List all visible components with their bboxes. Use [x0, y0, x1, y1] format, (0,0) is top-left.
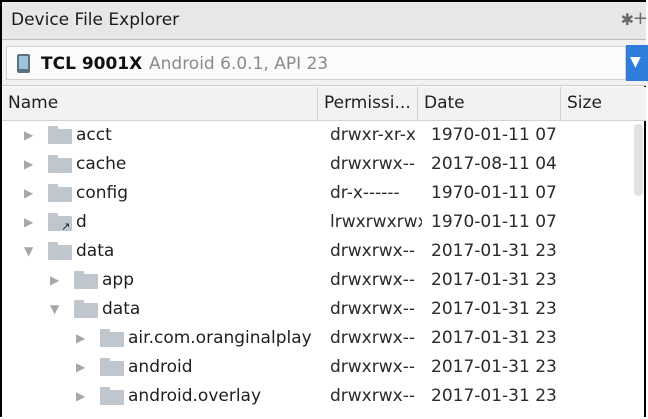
file-name: acct: [76, 125, 112, 145]
table-row[interactable]: ▶ air.com.oranginalplay drwxrwx-- 2017-01-3…: [2, 324, 622, 353]
expand-down-icon[interactable]: ▼: [24, 237, 38, 266]
device-selector[interactable]: TCL 9001X Android 6.0.1, API 23: [6, 46, 626, 80]
folder-icon: [48, 155, 72, 173]
device-selector-bar: TCL 9001X Android 6.0.1, API 23 ▼: [2, 40, 648, 86]
file-permissions: drwxr-xr-x: [330, 125, 416, 145]
file-permissions: drwxrwx--: [330, 154, 415, 174]
file-tree: ▶ acct drwxr-xr-x 1970-01-11 07 ▶ cache drwxrw…: [2, 121, 646, 419]
file-name: data: [76, 241, 115, 261]
file-date: 2017-01-31 23: [431, 299, 557, 319]
expand-right-icon[interactable]: ▶: [24, 150, 38, 179]
file-name: android: [128, 357, 193, 377]
folder-icon: [100, 387, 124, 405]
expand-down-icon[interactable]: ▼: [50, 295, 64, 324]
folder-icon: [100, 329, 124, 347]
file-date: 2017-01-31 23: [431, 241, 557, 261]
expand-right-icon[interactable]: ▶: [24, 208, 38, 237]
file-date: 2017-01-31 23: [431, 357, 557, 377]
column-header-size[interactable]: Size: [561, 87, 611, 120]
folder-icon: [48, 126, 72, 144]
file-name: app: [102, 270, 134, 290]
folder-icon: ↗: [48, 213, 72, 233]
file-date: 1970-01-11 07: [431, 183, 557, 203]
file-permissions: drwxrwx--: [330, 328, 415, 348]
table-row[interactable]: ▶ cache drwxrwx-- 2017-08-11 04: [2, 150, 622, 179]
file-date: 2017-01-31 23: [431, 328, 557, 348]
folder-icon: [100, 358, 124, 376]
file-permissions: dr-x------: [330, 183, 400, 203]
column-header-permissions[interactable]: Permissi...: [318, 87, 418, 120]
file-name: d: [76, 212, 87, 232]
file-permissions: drwxrwx--: [330, 386, 415, 406]
file-permissions: drwxrwx--: [330, 299, 415, 319]
folder-icon: [74, 300, 98, 318]
expand-right-icon[interactable]: ▶: [76, 353, 90, 382]
expand-right-icon[interactable]: ▶: [24, 121, 38, 150]
file-permissions: lrwxrwxrwx: [330, 212, 422, 232]
file-name: android.overlay: [128, 386, 262, 406]
device-name: TCL 9001X: [41, 54, 143, 74]
file-date: 2017-08-11 04: [431, 154, 557, 174]
file-name: air.com.oranginalplay: [128, 328, 312, 348]
window-title: Device File Explorer: [11, 10, 180, 30]
plus-icon[interactable]: +: [633, 8, 648, 29]
file-name: config: [76, 183, 129, 203]
table-row[interactable]: ▶ android drwxrwx-- 2017-01-31 23: [2, 353, 622, 382]
file-date: 2017-01-31 23: [431, 386, 557, 406]
vertical-scrollbar[interactable]: [634, 124, 643, 196]
table-row[interactable]: ▶ app drwxrwx-- 2017-01-31 23: [2, 266, 622, 295]
folder-icon: [74, 271, 98, 289]
title-bar: Device File Explorer ✱ +: [2, 2, 648, 40]
table-header: Name Permissi... Date Size: [2, 87, 646, 121]
column-header-date[interactable]: Date: [418, 87, 561, 120]
file-permissions: drwxrwx--: [330, 357, 415, 377]
table-row[interactable]: ▶ acct drwxr-xr-x 1970-01-11 07: [2, 121, 622, 150]
table-row[interactable]: ▶ android.overlay drwxrwx-- 2017-01-31 23: [2, 382, 622, 411]
expand-right-icon[interactable]: ▶: [50, 266, 64, 295]
device-dropdown-button[interactable]: ▼: [626, 45, 648, 81]
chevron-down-icon: ▼: [630, 54, 641, 70]
folder-icon: [48, 184, 72, 202]
expand-right-icon[interactable]: ▶: [76, 324, 90, 353]
device-file-explorer-panel: Device File Explorer ✱ + TCL 9001X Andro…: [0, 0, 648, 419]
file-date: 1970-01-11 07: [431, 212, 557, 232]
file-date: 2017-01-31 23: [431, 270, 557, 290]
table-row[interactable]: ▶ config dr-x------ 1970-01-11 07: [2, 179, 622, 208]
file-name: cache: [76, 154, 127, 174]
file-permissions: drwxrwx--: [330, 270, 415, 290]
file-name: data: [102, 299, 141, 319]
column-header-name[interactable]: Name: [2, 87, 318, 120]
file-date: 1970-01-11 07: [431, 125, 557, 145]
expand-right-icon[interactable]: ▶: [76, 382, 90, 411]
table-row[interactable]: ▶ ↗ d lrwxrwxrwx 1970-01-11 07: [2, 208, 622, 237]
device-info: Android 6.0.1, API 23: [149, 54, 329, 74]
table-row[interactable]: ▼ data drwxrwx-- 2017-01-31 23: [2, 237, 622, 266]
folder-icon: [48, 242, 72, 260]
expand-right-icon[interactable]: ▶: [24, 179, 38, 208]
phone-icon: [17, 54, 30, 73]
table-row[interactable]: ▼ data drwxrwx-- 2017-01-31 23: [2, 295, 622, 324]
file-permissions: drwxrwx--: [330, 241, 415, 261]
